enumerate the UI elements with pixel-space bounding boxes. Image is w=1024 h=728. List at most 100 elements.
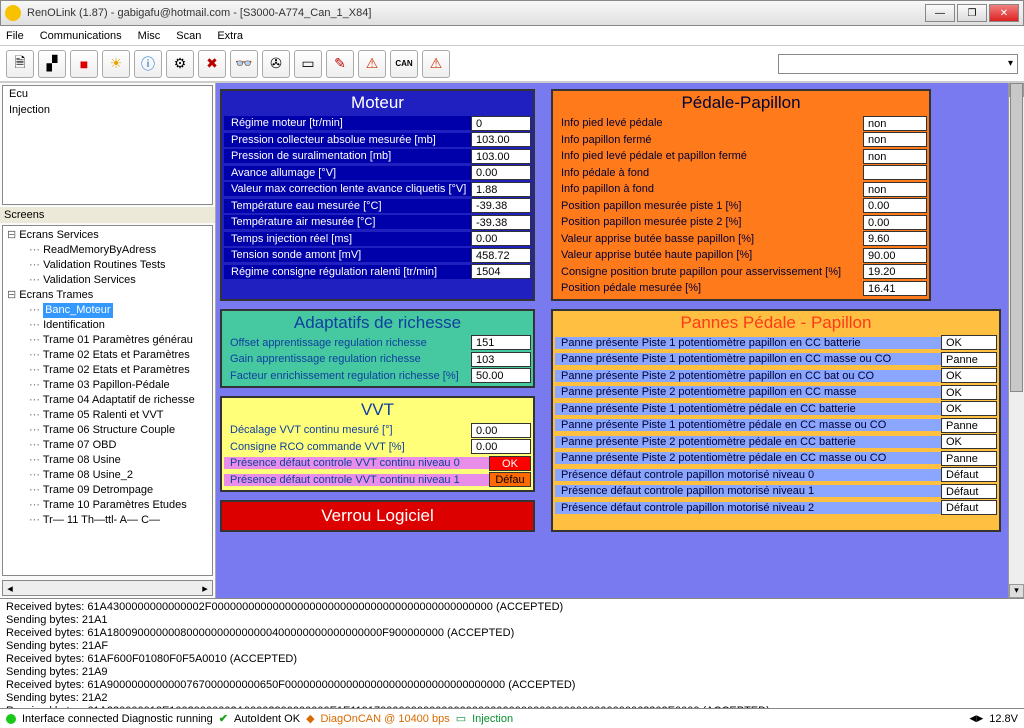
tree-item[interactable]: Trame 04 Adaptatif de richesse [29, 393, 208, 408]
tree-item[interactable]: Trame 02 Etats et Paramètres [29, 363, 208, 378]
injection-icon: ▭ [456, 712, 466, 725]
param-row: Gain apprentissage regulation richesse10… [224, 351, 531, 368]
tree-group-services[interactable]: Ecrans Services [7, 228, 208, 243]
flag-icon[interactable]: ▞ [38, 50, 66, 78]
info-icon[interactable]: ⓘ [134, 50, 162, 78]
param-label: Panne présente Piste 2 potentiomètre pap… [555, 370, 941, 382]
tree-item[interactable]: Identification [29, 318, 208, 333]
interface-led-icon [6, 714, 16, 724]
param-label: Panne présente Piste 1 potentiomètre péd… [555, 419, 941, 431]
toolbar-combo[interactable]: ▾ [778, 54, 1018, 74]
tree-item[interactable]: Trame 06 Structure Couple [29, 423, 208, 438]
log-output[interactable]: Received bytes: 61A4300000000000002F0000… [0, 598, 1024, 708]
param-row: Position papillon mesurée piste 2 [%]0.0… [555, 214, 927, 231]
window-title: RenOLink (1.87) - gabigafu@hotmail.com -… [27, 7, 923, 19]
param-row: Présence défaut controle VVT continu niv… [224, 455, 531, 472]
param-row: Info pied levé pédalenon détecté [555, 115, 927, 132]
tree-item[interactable]: Validation Services [29, 273, 208, 288]
param-label: Présence défaut controle papillon motori… [555, 485, 941, 497]
param-label: Valeur apprise butée basse papillon [%] [555, 233, 863, 245]
tree-item[interactable]: Trame 05 Ralenti et VVT [29, 408, 208, 423]
param-row: Consigne RCO commande VVT [%]0.00 [224, 439, 531, 456]
warning2-icon[interactable]: ⚠ [422, 50, 450, 78]
param-row: Position papillon mesurée piste 1 [%]0.0… [555, 198, 927, 215]
menu-communications[interactable]: Communications [40, 30, 122, 42]
engine-icon[interactable]: ⚙ [166, 50, 194, 78]
param-value: Panne [941, 418, 997, 433]
maximize-button[interactable]: ❐ [957, 4, 987, 22]
param-label: Info papillon à fond [555, 183, 863, 195]
wand-icon[interactable]: ✎ [326, 50, 354, 78]
param-label: Position papillon mesurée piste 2 [%] [555, 216, 863, 228]
tree-item-banc-moteur[interactable]: Banc_Moteur [29, 303, 208, 318]
binoculars-icon[interactable]: 👓 [230, 50, 258, 78]
warning-icon[interactable]: ⚠ [358, 50, 386, 78]
tree-item[interactable]: Trame 03 Papillon-Pédale [29, 378, 208, 393]
toolbar: 🗎 ▞ ■ ☀ ⓘ ⚙ ✖ 👓 ✇ ▭ ✎ ⚠ CAN ⚠ ▾ [0, 46, 1024, 82]
param-row: Décalage VVT continu mesuré [°]0.00 [224, 422, 531, 439]
panel-pedale-papillon: Pédale-Papillon Info pied levé pédalenon… [551, 89, 931, 301]
param-value: non détecté [863, 132, 927, 147]
param-label: Facteur enrichissement regulation riches… [224, 370, 471, 382]
menu-misc[interactable]: Misc [138, 30, 161, 42]
card-icon[interactable]: ▭ [294, 50, 322, 78]
tree-item[interactable]: Trame 08 Usine_2 [29, 468, 208, 483]
panel-pannes-title: Pannes Pédale - Papillon [553, 311, 999, 335]
param-label: Consigne RCO commande VVT [%] [224, 441, 471, 453]
param-label: Présence défaut controle papillon motori… [555, 502, 941, 514]
tree-item[interactable]: Trame 02 Etats et Paramètres [29, 348, 208, 363]
param-label: Régime consigne régulation ralenti [tr/m… [224, 265, 471, 279]
delete-icon[interactable]: ✖ [198, 50, 226, 78]
param-label: Info papillon fermé [555, 134, 863, 146]
ecu-listbox[interactable]: Ecu Injection [2, 85, 213, 205]
panel-verrou: Verrou Logiciel [220, 500, 535, 532]
tree-hscrollbar[interactable]: ◂▸ [2, 580, 213, 596]
menu-file[interactable]: File [6, 30, 24, 42]
main-vscrollbar[interactable]: ▴ ▾ [1008, 83, 1024, 598]
ecu-item[interactable]: Injection [3, 102, 212, 118]
param-label: Régime moteur [tr/min] [224, 116, 471, 130]
minimize-button[interactable]: — [925, 4, 955, 22]
param-row: Info pied levé pédale et papillon fermén… [555, 148, 927, 165]
log-line: Sending bytes: 21AF [6, 640, 1018, 653]
spray-icon[interactable]: ✇ [262, 50, 290, 78]
tree-item[interactable]: Trame 10 Paramètres Etudes [29, 498, 208, 513]
menu-extra[interactable]: Extra [217, 30, 243, 42]
close-button[interactable]: ✕ [989, 4, 1019, 22]
tree-item[interactable]: Trame 09 Detrompage [29, 483, 208, 498]
param-value: 90.00 [863, 248, 927, 263]
tree-item[interactable]: Tr— 11 Th—ttl- A— C— [29, 513, 208, 528]
param-row: Valeur apprise butée haute papillon [%]9… [555, 247, 927, 264]
screens-tree[interactable]: Ecrans Services ReadMemoryByAdress Valid… [2, 225, 213, 576]
tree-item[interactable]: Trame 01 Paramètres générau [29, 333, 208, 348]
param-label: Temps injection réel [ms] [224, 232, 471, 246]
ecu-item[interactable]: Ecu [3, 86, 212, 102]
param-label: Présence défaut controle VVT continu niv… [224, 457, 489, 469]
param-value: OK [941, 385, 997, 400]
tree-item[interactable]: ReadMemoryByAdress [29, 243, 208, 258]
can-icon[interactable]: CAN [390, 50, 418, 78]
param-label: Panne présente Piste 1 potentiomètre pap… [555, 337, 941, 349]
param-label: Température air mesurée [°C] [224, 215, 471, 229]
tree-item[interactable]: Validation Routines Tests [29, 258, 208, 273]
param-label: Tension sonde amont [mV] [224, 248, 471, 262]
tree-group-trames[interactable]: Ecrans Trames [7, 288, 208, 303]
tree-item[interactable]: Trame 07 OBD [29, 438, 208, 453]
app-icon [5, 5, 21, 21]
param-value: 0.00 [471, 165, 531, 180]
param-row: Présence défaut controle papillon motori… [555, 467, 997, 484]
menu-bar: File Communications Misc Scan Extra [0, 26, 1024, 46]
menu-scan[interactable]: Scan [176, 30, 201, 42]
panel-pedale-title: Pédale-Papillon [553, 91, 929, 115]
window-titlebar: RenOLink (1.87) - gabigafu@hotmail.com -… [0, 0, 1024, 26]
param-row: Consigne position brute papillon pour as… [555, 264, 927, 281]
sun-icon[interactable]: ☀ [102, 50, 130, 78]
log-line: Received bytes: 61A180090000000800000000… [6, 627, 1018, 640]
stop-icon[interactable]: ■ [70, 50, 98, 78]
tree-item[interactable]: Trame 08 Usine [29, 453, 208, 468]
param-row: Avance allumage [°V]0.00 [224, 165, 531, 182]
new-doc-icon[interactable]: 🗎 [6, 50, 34, 78]
param-value: -39.38 [471, 198, 531, 213]
status-injection: Injection [472, 713, 513, 725]
param-label: Pression collecteur absolue mesurée [mb] [224, 133, 471, 147]
